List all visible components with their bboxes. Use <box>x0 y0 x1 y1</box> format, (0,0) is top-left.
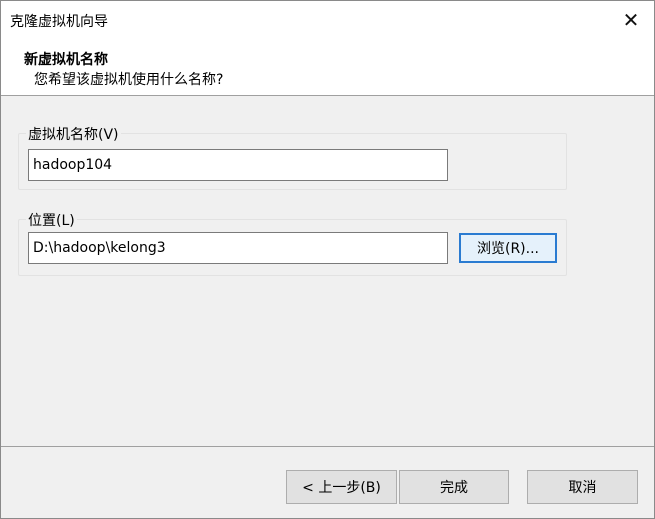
wizard-header: 新虚拟机名称 您希望该虚拟机使用什么名称? <box>1 39 654 96</box>
clone-vm-wizard-window: 克隆虚拟机向导 ✕ 新虚拟机名称 您希望该虚拟机使用什么名称? 虚拟机名称(V)… <box>0 0 655 519</box>
location-label: 位置(L) <box>26 210 77 230</box>
vm-name-label: 虚拟机名称(V) <box>26 124 121 144</box>
window-title: 克隆虚拟机向导 <box>10 14 108 30</box>
vm-name-input[interactable]: hadoop104 <box>28 149 448 181</box>
page-heading: 新虚拟机名称 <box>24 52 108 68</box>
title-bar[interactable]: 克隆虚拟机向导 ✕ <box>1 1 654 39</box>
location-input[interactable]: D:\hadoop\kelong3 <box>28 232 448 264</box>
page-subheading: 您希望该虚拟机使用什么名称? <box>34 72 224 88</box>
close-icon[interactable]: ✕ <box>608 1 654 39</box>
cancel-button[interactable]: 取消 <box>527 470 638 504</box>
finish-button[interactable]: 完成 <box>399 470 509 504</box>
back-button[interactable]: < 上一步(B) <box>286 470 397 504</box>
browse-button[interactable]: 浏览(R)... <box>459 233 557 263</box>
footer-divider <box>1 446 654 447</box>
